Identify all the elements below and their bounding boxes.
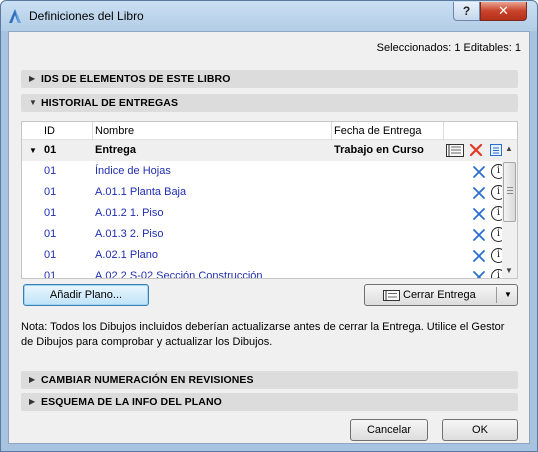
add-plan-button[interactable]: Añadir Plano... xyxy=(23,284,149,306)
collapse-arrow-icon[interactable]: ▼ xyxy=(29,146,37,155)
selection-info: Seleccionados: 1 Editables: 1 xyxy=(376,42,521,54)
book-icon[interactable] xyxy=(446,144,464,157)
header-id[interactable]: ID xyxy=(44,125,55,137)
section-numeracion[interactable]: ▶ CAMBIAR NUMERACIÓN EN REVISIONES xyxy=(21,371,518,389)
close-delivery-button[interactable]: Cerrar Entrega ▼ xyxy=(364,284,518,306)
item-id: 01 xyxy=(44,228,57,240)
section-esquema-label: ESQUEMA DE LA INFO DEL PLANO xyxy=(41,396,222,408)
section-ids-label: IDS DE ELEMENTOS DE ESTE LIBRO xyxy=(41,73,231,85)
group-id: 01 xyxy=(44,144,57,156)
remove-x-icon[interactable] xyxy=(472,249,486,263)
item-name: A.01.3 2. Piso xyxy=(95,228,164,240)
list-icon[interactable] xyxy=(490,144,502,156)
close-button[interactable]: ✕ xyxy=(480,2,527,21)
dropdown-arrow-icon[interactable]: ▼ xyxy=(504,285,512,305)
close-icon: ✕ xyxy=(498,3,509,18)
scroll-down-icon[interactable]: ▼ xyxy=(505,266,513,275)
item-name: A.02.1 Plano xyxy=(95,249,158,261)
remove-x-icon[interactable] xyxy=(472,207,486,221)
item-name: A.01.1 Planta Baja xyxy=(95,186,187,198)
dialog-window: Definiciones del Libro ? ✕ Seleccionados… xyxy=(0,0,538,452)
item-name: A.02.2 S-02 Sección Construcción xyxy=(95,270,263,279)
item-name: A.01.2 1. Piso xyxy=(95,207,164,219)
info-note: Nota: Todos los Dibujos incluidos deberí… xyxy=(21,321,505,348)
app-icon xyxy=(9,9,21,23)
item-name: Índice de Hojas xyxy=(95,165,171,177)
expand-arrow-icon: ▶ xyxy=(29,397,36,406)
vertical-scrollbar[interactable]: ▲ ▼ xyxy=(502,140,517,278)
cancel-button[interactable]: Cancelar xyxy=(350,419,428,441)
remove-x-icon[interactable] xyxy=(472,270,486,279)
scroll-thumb[interactable] xyxy=(503,162,516,222)
item-id: 01 xyxy=(44,249,57,261)
ok-button[interactable]: OK xyxy=(442,419,518,441)
section-ids[interactable]: ▶ IDS DE ELEMENTOS DE ESTE LIBRO xyxy=(21,70,518,88)
expand-arrow-icon: ▶ xyxy=(29,375,36,384)
delivery-list: ID Nombre Fecha de Entrega ▼ 01 Entrega … xyxy=(21,121,518,279)
section-historial-label: HISTORIAL DE ENTREGAS xyxy=(41,97,179,109)
section-historial[interactable]: ▼ HISTORIAL DE ENTREGAS xyxy=(21,94,518,112)
group-name: Entrega xyxy=(95,144,136,156)
expand-arrow-icon: ▶ xyxy=(29,74,36,83)
list-item[interactable]: 01 A.01.2 1. Piso i xyxy=(22,203,506,224)
close-delivery-label: Cerrar Entrega xyxy=(403,289,476,301)
dialog-content: Seleccionados: 1 Editables: 1 ▶ IDS DE E… xyxy=(8,31,530,444)
help-button[interactable]: ? xyxy=(453,2,480,21)
item-id: 01 xyxy=(44,165,57,177)
remove-x-icon[interactable] xyxy=(472,186,486,200)
item-id: 01 xyxy=(44,270,57,279)
help-icon: ? xyxy=(462,4,471,18)
title-bar: Definiciones del Libro ? ✕ xyxy=(1,1,537,31)
list-item[interactable]: 01 Índice de Hojas i xyxy=(22,161,506,182)
item-id: 01 xyxy=(44,186,57,198)
header-fecha[interactable]: Fecha de Entrega xyxy=(334,125,421,137)
delete-x-icon[interactable] xyxy=(469,143,483,157)
group-status: Trabajo en Curso xyxy=(334,144,424,156)
list-item[interactable]: 01 A.02.2 S-02 Sección Construcción i xyxy=(22,266,506,279)
book-icon xyxy=(383,290,400,301)
list-header: ID Nombre Fecha de Entrega xyxy=(22,122,517,140)
collapse-arrow-icon: ▼ xyxy=(29,98,38,107)
scroll-up-icon[interactable]: ▲ xyxy=(505,144,513,153)
remove-x-icon[interactable] xyxy=(472,165,486,179)
remove-x-icon[interactable] xyxy=(472,228,486,242)
list-item[interactable]: 01 A.01.1 Planta Baja i xyxy=(22,182,506,203)
section-numeracion-label: CAMBIAR NUMERACIÓN EN REVISIONES xyxy=(41,374,254,386)
list-item[interactable]: 01 A.02.1 Plano i xyxy=(22,245,506,266)
section-esquema[interactable]: ▶ ESQUEMA DE LA INFO DEL PLANO xyxy=(21,393,518,411)
item-id: 01 xyxy=(44,207,57,219)
group-row[interactable]: ▼ 01 Entrega Trabajo en Curso xyxy=(22,140,502,161)
list-item[interactable]: 01 A.01.3 2. Piso i xyxy=(22,224,506,245)
window-title: Definiciones del Libro xyxy=(29,9,144,23)
header-nombre[interactable]: Nombre xyxy=(95,125,134,137)
